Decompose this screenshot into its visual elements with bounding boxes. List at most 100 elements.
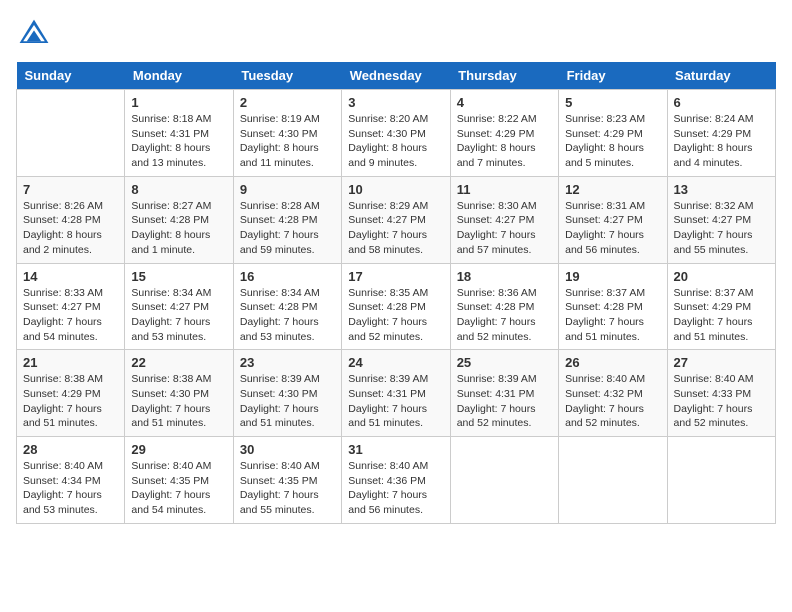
cell-sun-info: Sunrise: 8:38 AMSunset: 4:29 PMDaylight:… <box>23 372 118 431</box>
day-number: 11 <box>457 182 552 197</box>
cell-sun-info: Sunrise: 8:40 AMSunset: 4:36 PMDaylight:… <box>348 459 443 518</box>
calendar-cell <box>450 437 558 524</box>
calendar-cell: 11 Sunrise: 8:30 AMSunset: 4:27 PMDayligh… <box>450 176 558 263</box>
day-number: 3 <box>348 95 443 110</box>
column-header-friday: Friday <box>559 62 667 90</box>
day-number: 9 <box>240 182 335 197</box>
day-number: 22 <box>131 355 226 370</box>
cell-sun-info: Sunrise: 8:27 AMSunset: 4:28 PMDaylight:… <box>131 199 226 258</box>
cell-sun-info: Sunrise: 8:34 AMSunset: 4:28 PMDaylight:… <box>240 286 335 345</box>
calendar-cell <box>559 437 667 524</box>
calendar-cell <box>17 90 125 177</box>
day-number: 26 <box>565 355 660 370</box>
column-header-tuesday: Tuesday <box>233 62 341 90</box>
calendar-cell: 23 Sunrise: 8:39 AMSunset: 4:30 PMDayligh… <box>233 350 341 437</box>
logo <box>16 16 56 52</box>
calendar-cell: 20Sunrise: 8:37 AMSunset: 4:29 PMDayligh… <box>667 263 775 350</box>
day-number: 31 <box>348 442 443 457</box>
cell-sun-info: Sunrise: 8:31 AMSunset: 4:27 PMDaylight:… <box>565 199 660 258</box>
day-number: 10 <box>348 182 443 197</box>
calendar-cell: 4 Sunrise: 8:22 AMSunset: 4:29 PMDaylight… <box>450 90 558 177</box>
day-number: 8 <box>131 182 226 197</box>
column-header-thursday: Thursday <box>450 62 558 90</box>
day-number: 13 <box>674 182 769 197</box>
calendar-week-row: 14 Sunrise: 8:33 AMSunset: 4:27 PMDayligh… <box>17 263 776 350</box>
day-number: 7 <box>23 182 118 197</box>
cell-sun-info: Sunrise: 8:39 AMSunset: 4:31 PMDaylight:… <box>348 372 443 431</box>
cell-sun-info: Sunrise: 8:32 AMSunset: 4:27 PMDaylight:… <box>674 199 769 258</box>
day-number: 18 <box>457 269 552 284</box>
cell-sun-info: Sunrise: 8:37 AMSunset: 4:28 PMDaylight:… <box>565 286 660 345</box>
calendar-cell: 26Sunrise: 8:40 AMSunset: 4:32 PMDayligh… <box>559 350 667 437</box>
calendar-cell: 25Sunrise: 8:39 AMSunset: 4:31 PMDayligh… <box>450 350 558 437</box>
calendar-cell: 22 Sunrise: 8:38 AMSunset: 4:30 PMDayligh… <box>125 350 233 437</box>
cell-sun-info: Sunrise: 8:26 AMSunset: 4:28 PMDaylight:… <box>23 199 118 258</box>
cell-sun-info: Sunrise: 8:40 AMSunset: 4:34 PMDaylight:… <box>23 459 118 518</box>
calendar-week-row: 21 Sunrise: 8:38 AMSunset: 4:29 PMDayligh… <box>17 350 776 437</box>
cell-sun-info: Sunrise: 8:37 AMSunset: 4:29 PMDaylight:… <box>674 286 769 345</box>
calendar-cell: 8 Sunrise: 8:27 AMSunset: 4:28 PMDaylight… <box>125 176 233 263</box>
day-number: 12 <box>565 182 660 197</box>
calendar-cell: 21 Sunrise: 8:38 AMSunset: 4:29 PMDayligh… <box>17 350 125 437</box>
cell-sun-info: Sunrise: 8:40 AMSunset: 4:35 PMDaylight:… <box>240 459 335 518</box>
calendar-header-row: SundayMondayTuesdayWednesdayThursdayFrid… <box>17 62 776 90</box>
day-number: 28 <box>23 442 118 457</box>
day-number: 5 <box>565 95 660 110</box>
day-number: 21 <box>23 355 118 370</box>
cell-sun-info: Sunrise: 8:29 AMSunset: 4:27 PMDaylight:… <box>348 199 443 258</box>
calendar-cell: 1 Sunrise: 8:18 AMSunset: 4:31 PMDaylight… <box>125 90 233 177</box>
calendar-cell: 5Sunrise: 8:23 AMSunset: 4:29 PMDaylight… <box>559 90 667 177</box>
calendar-cell: 10 Sunrise: 8:29 AMSunset: 4:27 PMDayligh… <box>342 176 450 263</box>
cell-sun-info: Sunrise: 8:28 AMSunset: 4:28 PMDaylight:… <box>240 199 335 258</box>
column-header-monday: Monday <box>125 62 233 90</box>
cell-sun-info: Sunrise: 8:40 AMSunset: 4:33 PMDaylight:… <box>674 372 769 431</box>
calendar-cell: 17Sunrise: 8:35 AMSunset: 4:28 PMDayligh… <box>342 263 450 350</box>
calendar-cell: 29 Sunrise: 8:40 AMSunset: 4:35 PMDayligh… <box>125 437 233 524</box>
calendar-cell: 13 Sunrise: 8:32 AMSunset: 4:27 PMDayligh… <box>667 176 775 263</box>
cell-sun-info: Sunrise: 8:22 AMSunset: 4:29 PMDaylight:… <box>457 112 552 171</box>
calendar-cell: 7 Sunrise: 8:26 AMSunset: 4:28 PMDaylight… <box>17 176 125 263</box>
column-header-saturday: Saturday <box>667 62 775 90</box>
day-number: 29 <box>131 442 226 457</box>
calendar-cell: 28 Sunrise: 8:40 AMSunset: 4:34 PMDayligh… <box>17 437 125 524</box>
calendar-cell: 2 Sunrise: 8:19 AMSunset: 4:30 PMDaylight… <box>233 90 341 177</box>
day-number: 15 <box>131 269 226 284</box>
calendar-cell: 18 Sunrise: 8:36 AMSunset: 4:28 PMDayligh… <box>450 263 558 350</box>
cell-sun-info: Sunrise: 8:39 AMSunset: 4:31 PMDaylight:… <box>457 372 552 431</box>
calendar-cell: 27 Sunrise: 8:40 AMSunset: 4:33 PMDayligh… <box>667 350 775 437</box>
day-number: 14 <box>23 269 118 284</box>
calendar-cell <box>667 437 775 524</box>
day-number: 23 <box>240 355 335 370</box>
cell-sun-info: Sunrise: 8:20 AMSunset: 4:30 PMDaylight:… <box>348 112 443 171</box>
day-number: 16 <box>240 269 335 284</box>
day-number: 24 <box>348 355 443 370</box>
day-number: 4 <box>457 95 552 110</box>
cell-sun-info: Sunrise: 8:19 AMSunset: 4:30 PMDaylight:… <box>240 112 335 171</box>
cell-sun-info: Sunrise: 8:33 AMSunset: 4:27 PMDaylight:… <box>23 286 118 345</box>
calendar-week-row: 1 Sunrise: 8:18 AMSunset: 4:31 PMDaylight… <box>17 90 776 177</box>
cell-sun-info: Sunrise: 8:36 AMSunset: 4:28 PMDaylight:… <box>457 286 552 345</box>
day-number: 27 <box>674 355 769 370</box>
calendar-cell: 15Sunrise: 8:34 AMSunset: 4:27 PMDayligh… <box>125 263 233 350</box>
calendar-cell: 31 Sunrise: 8:40 AMSunset: 4:36 PMDayligh… <box>342 437 450 524</box>
cell-sun-info: Sunrise: 8:39 AMSunset: 4:30 PMDaylight:… <box>240 372 335 431</box>
cell-sun-info: Sunrise: 8:24 AMSunset: 4:29 PMDaylight:… <box>674 112 769 171</box>
day-number: 6 <box>674 95 769 110</box>
calendar-cell: 14 Sunrise: 8:33 AMSunset: 4:27 PMDayligh… <box>17 263 125 350</box>
day-number: 1 <box>131 95 226 110</box>
calendar-cell: 19Sunrise: 8:37 AMSunset: 4:28 PMDayligh… <box>559 263 667 350</box>
logo-icon <box>16 16 52 52</box>
page-header <box>16 16 776 52</box>
cell-sun-info: Sunrise: 8:40 AMSunset: 4:35 PMDaylight:… <box>131 459 226 518</box>
calendar-week-row: 28 Sunrise: 8:40 AMSunset: 4:34 PMDayligh… <box>17 437 776 524</box>
calendar-table: SundayMondayTuesdayWednesdayThursdayFrid… <box>16 62 776 524</box>
calendar-cell: 30Sunrise: 8:40 AMSunset: 4:35 PMDayligh… <box>233 437 341 524</box>
cell-sun-info: Sunrise: 8:38 AMSunset: 4:30 PMDaylight:… <box>131 372 226 431</box>
day-number: 2 <box>240 95 335 110</box>
calendar-cell: 9 Sunrise: 8:28 AMSunset: 4:28 PMDaylight… <box>233 176 341 263</box>
calendar-cell: 24 Sunrise: 8:39 AMSunset: 4:31 PMDayligh… <box>342 350 450 437</box>
cell-sun-info: Sunrise: 8:30 AMSunset: 4:27 PMDaylight:… <box>457 199 552 258</box>
cell-sun-info: Sunrise: 8:18 AMSunset: 4:31 PMDaylight:… <box>131 112 226 171</box>
calendar-cell: 3 Sunrise: 8:20 AMSunset: 4:30 PMDaylight… <box>342 90 450 177</box>
column-header-wednesday: Wednesday <box>342 62 450 90</box>
